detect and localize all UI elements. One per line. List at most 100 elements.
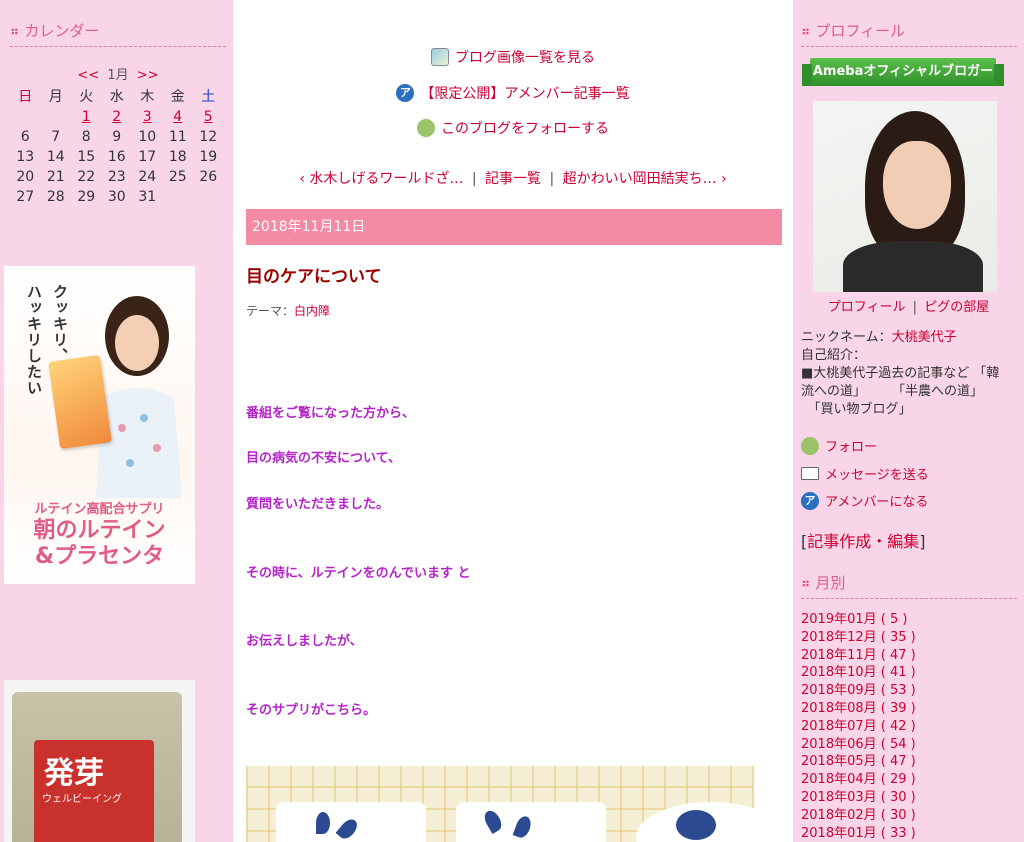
weekday-header: 日 bbox=[18, 89, 33, 105]
article-list-link[interactable]: 記事一覧 bbox=[485, 171, 541, 187]
calendar-day: 17 bbox=[138, 149, 157, 165]
calendar-day: 11 bbox=[168, 129, 187, 145]
weekday-header: 火 bbox=[79, 89, 94, 105]
calendar-day: 13 bbox=[16, 149, 35, 165]
archive-month-link[interactable]: 2018年01月 ( 33 ) bbox=[801, 825, 1017, 842]
message-action[interactable]: メッセージを送る bbox=[801, 464, 929, 483]
calendar-day[interactable]: 1 bbox=[71, 109, 102, 126]
monthly-list: 2019年01月 ( 5 ) 2018年12月 ( 35 ) 2018年11月 ( … bbox=[801, 611, 1017, 842]
calendar-day: 10 bbox=[138, 129, 157, 145]
nickname-link[interactable]: 大桃美代子 bbox=[892, 330, 957, 345]
article-paragraph: その時に、ルテインをのんでいます と bbox=[246, 566, 471, 581]
archive-month-link[interactable]: 2019年01月 ( 5 ) bbox=[801, 611, 1017, 629]
calendar-widget: ⠶ カレンダー << 1月 >> 日月火水木金土 1 2 3 4 5 6 7 8 9 10 11 12 1… bbox=[10, 20, 226, 206]
rice-ad-banner[interactable]: 発芽 ウェルビーイング bbox=[4, 680, 195, 842]
limited-row[interactable]: ア 【限定公開】アメンバー記事一覧 bbox=[233, 83, 793, 103]
article-paragraph: そのサプリがこちら。 bbox=[246, 703, 377, 718]
calendar-title: カレンダー bbox=[24, 22, 100, 40]
archive-month-link[interactable]: 2018年05月 ( 47 ) bbox=[801, 753, 1017, 771]
calendar-day: 15 bbox=[77, 149, 96, 165]
follow-row[interactable]: このブログをフォローする bbox=[233, 118, 793, 138]
limited-link[interactable]: 【限定公開】アメンバー記事一覧 bbox=[420, 83, 629, 103]
calendar-day: 9 bbox=[112, 129, 122, 145]
left-sidebar: ⠶ カレンダー << 1月 >> 日月火水木金土 1 2 3 4 5 6 7 8 9 10 11 12 1… bbox=[0, 0, 233, 842]
prev-article-link[interactable]: ‹ 水木しげるワールドざ… bbox=[299, 171, 463, 187]
article-date: 2018年11月11日 bbox=[246, 209, 782, 245]
follow-icon bbox=[417, 119, 435, 137]
archive-month-link[interactable]: 2018年12月 ( 35 ) bbox=[801, 629, 1017, 647]
monthly-heading: ⠶ 月別 bbox=[801, 572, 1017, 599]
intro-line-1: ■大桃美代子過去の記事など 「韓 bbox=[801, 366, 1000, 381]
image-list-row[interactable]: ブログ画像一覧を見る bbox=[233, 47, 793, 67]
calendar-day[interactable]: 3 bbox=[132, 109, 163, 126]
next-article-link[interactable]: 超かわいい岡田結実ち… › bbox=[563, 171, 727, 187]
calendar-day: 27 bbox=[16, 189, 35, 205]
edit-article-link[interactable]: 記事作成・編集 bbox=[807, 532, 919, 551]
profile-link[interactable]: プロフィール bbox=[828, 300, 906, 315]
archive-month-link[interactable]: 2018年07月 ( 42 ) bbox=[801, 718, 1017, 736]
archive-month-link[interactable]: 2018年02月 ( 30 ) bbox=[801, 807, 1017, 825]
weekday-header: 水 bbox=[109, 89, 124, 105]
intro-label: 自己紹介： bbox=[801, 348, 867, 363]
image-list-link[interactable]: ブログ画像一覧を見る bbox=[455, 47, 595, 67]
profile-widget: ⠶ プロフィール bbox=[801, 20, 1017, 47]
amember-link[interactable]: アメンバーになる bbox=[825, 491, 928, 510]
monthly-archive: ⠶ 月別 2019年01月 ( 5 ) 2018年12月 ( 35 ) 2018年1… bbox=[801, 572, 1017, 842]
follow-link[interactable]: フォロー bbox=[825, 436, 877, 455]
lutein-ad-banner[interactable]: クッキリ、 ハッキリしたい ルテイン高配合サプリ 朝のルテイン &プラセンタ bbox=[4, 266, 195, 584]
calendar-empty-cell bbox=[41, 109, 72, 126]
rice-bag-sub-text: ウェルビーイング bbox=[42, 794, 122, 805]
calendar-heading: ⠶ カレンダー bbox=[10, 20, 226, 47]
calendar-day: 23 bbox=[107, 169, 126, 185]
calendar-day: 31 bbox=[138, 189, 157, 205]
envelope-icon bbox=[801, 467, 819, 480]
right-sidebar: ⠶ プロフィール Amebaオフィシャルブロガー プロフィール | ピグの部屋 … bbox=[793, 0, 1024, 842]
profile-info: ニックネーム：大桃美代子 自己紹介： ■大桃美代子過去の記事など 「韓 流への道… bbox=[801, 329, 1017, 419]
calendar-month: 1月 bbox=[107, 68, 129, 83]
banner-line1: ルテイン高配合サプリ bbox=[34, 502, 165, 517]
follow-action[interactable]: フォロー bbox=[801, 436, 877, 455]
message-link[interactable]: メッセージを送る bbox=[825, 464, 929, 483]
calendar-day: 25 bbox=[168, 169, 187, 185]
calendar-day: 20 bbox=[16, 169, 35, 185]
dots-icon: ⠶ bbox=[801, 23, 810, 38]
edit-bracket-close: ] bbox=[919, 532, 926, 551]
calendar-day[interactable]: 4 bbox=[163, 109, 194, 126]
archive-month-link[interactable]: 2018年08月 ( 39 ) bbox=[801, 700, 1017, 718]
nav-separator: | bbox=[471, 171, 477, 187]
weekday-header: 木 bbox=[140, 89, 155, 105]
calendar-day: 7 bbox=[51, 129, 61, 145]
nav-separator: | bbox=[549, 171, 555, 187]
archive-month-link[interactable]: 2018年04月 ( 29 ) bbox=[801, 771, 1017, 789]
avatar-body bbox=[843, 241, 983, 292]
archive-month-link[interactable]: 2018年10月 ( 41 ) bbox=[801, 664, 1017, 682]
calendar-prev-link[interactable]: << bbox=[77, 68, 99, 83]
calendar-day[interactable]: 2 bbox=[102, 109, 133, 126]
plate-image bbox=[456, 802, 606, 842]
calendar-empty-cell bbox=[193, 189, 224, 206]
article-paragraph: お伝えしましたが、 bbox=[246, 634, 363, 649]
calendar-day: 30 bbox=[107, 189, 126, 205]
article-photo[interactable] bbox=[246, 766, 754, 842]
archive-month-link[interactable]: 2018年06月 ( 54 ) bbox=[801, 736, 1017, 754]
calendar-day: 18 bbox=[168, 149, 187, 165]
archive-month-link[interactable]: 2018年11月 ( 47 ) bbox=[801, 647, 1017, 665]
intro-line-2: 流への道」 「半農への道」 bbox=[801, 384, 984, 399]
amember-action[interactable]: ア アメンバーになる bbox=[801, 491, 928, 510]
follow-blog-link[interactable]: このブログをフォローする bbox=[441, 118, 609, 138]
calendar-grid: 日月火水木金土 1 2 3 4 5 6 7 8 9 10 11 12 13 14 15 16 17 18 19 20 21… bbox=[10, 89, 226, 206]
article-title[interactable]: 目のケアについて bbox=[246, 262, 382, 287]
nickname-label: ニックネーム： bbox=[801, 330, 892, 345]
avatar[interactable] bbox=[813, 101, 997, 292]
calendar-day: 14 bbox=[46, 149, 65, 165]
main-content: ブログ画像一覧を見る ア 【限定公開】アメンバー記事一覧 このブログをフォローす… bbox=[233, 0, 793, 842]
archive-month-link[interactable]: 2018年09月 ( 53 ) bbox=[801, 682, 1017, 700]
article-theme: テーマ：白内障 bbox=[246, 302, 330, 319]
calendar-next-link[interactable]: >> bbox=[137, 68, 159, 83]
archive-month-link[interactable]: 2018年03月 ( 30 ) bbox=[801, 789, 1017, 807]
pig-room-link[interactable]: ピグの部屋 bbox=[924, 300, 989, 315]
theme-link[interactable]: 白内障 bbox=[294, 304, 330, 318]
profile-heading: ⠶ プロフィール bbox=[801, 20, 1017, 47]
amember-icon: ア bbox=[396, 84, 415, 102]
calendar-day[interactable]: 5 bbox=[193, 109, 224, 126]
